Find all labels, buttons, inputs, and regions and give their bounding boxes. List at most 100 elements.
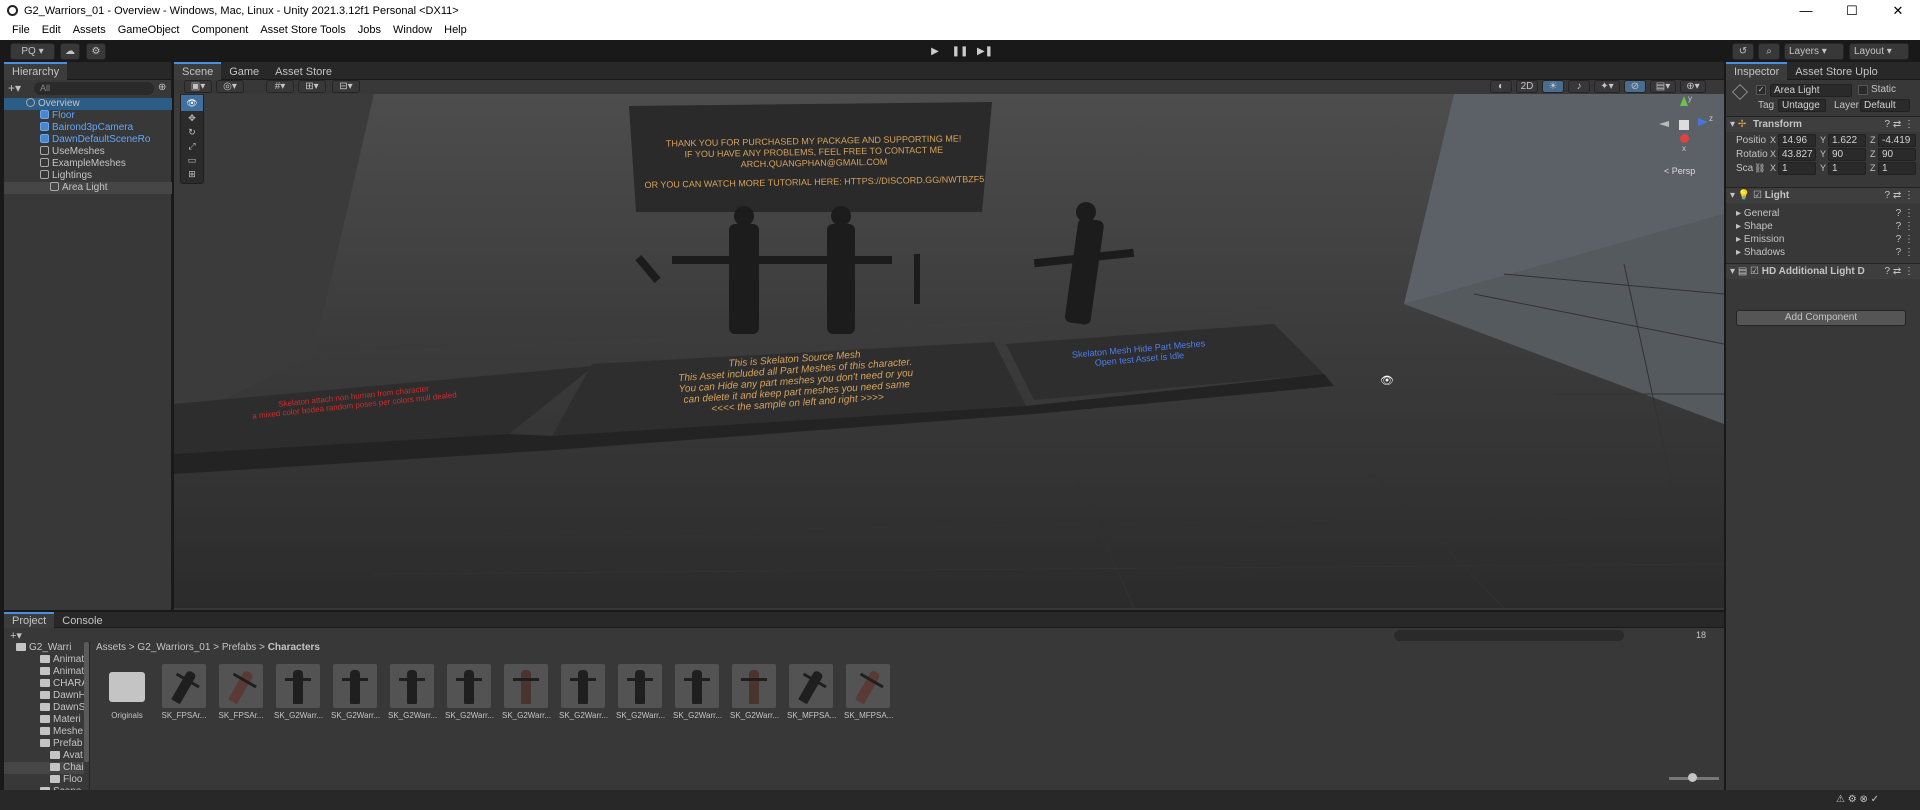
shading-icon[interactable]: ◐: [1490, 80, 1512, 93]
static-checkbox[interactable]: [1858, 85, 1868, 95]
light-section-shadows[interactable]: ▸ Shadows? ⋮: [1726, 247, 1920, 259]
menu-file[interactable]: File: [6, 22, 36, 38]
lighting-toggle-icon[interactable]: ☀: [1542, 80, 1564, 93]
gizmo-x-cone[interactable]: [1680, 134, 1689, 143]
hierarchy-item-lightings[interactable]: Lightings: [4, 170, 172, 182]
minimize-button[interactable]: —: [1783, 0, 1829, 22]
step-button[interactable]: ▶❚: [974, 44, 996, 59]
asset-item[interactable]: SK_G2Warr...: [559, 664, 608, 720]
folder-item[interactable]: Prefab: [4, 738, 82, 750]
light-section-emission[interactable]: ▸ Emission? ⋮: [1726, 234, 1920, 246]
align-dropdown[interactable]: ⊟▾: [332, 80, 360, 93]
light-enabled-checkbox[interactable]: ☑: [1753, 190, 1762, 201]
hd-light-enabled-checkbox[interactable]: ☑: [1750, 266, 1759, 277]
scale-x-input[interactable]: 1: [1778, 162, 1816, 175]
asset-item[interactable]: SK_FPSAr...: [160, 664, 208, 720]
menu-window[interactable]: Window: [387, 22, 438, 38]
rect-tool-icon[interactable]: ▭: [181, 153, 203, 167]
folder-item-selected[interactable]: Chai: [4, 762, 84, 774]
hierarchy-item-usemeshes[interactable]: UseMeshes: [4, 146, 172, 158]
tab-scene[interactable]: Scene: [174, 62, 222, 80]
component-menu-icon[interactable]: ? ⇄ ⋮: [1885, 264, 1915, 280]
rotation-z-input[interactable]: 90: [1878, 148, 1916, 161]
link-icon[interactable]: ⛓: [1754, 163, 1765, 174]
rotate-tool-icon[interactable]: ↻: [181, 125, 203, 139]
object-name-input[interactable]: Area Light: [1770, 84, 1852, 97]
position-y-input[interactable]: 1.622: [1828, 134, 1866, 147]
hierarchy-item-camera[interactable]: Bairond3pCamera: [4, 122, 172, 134]
asset-item[interactable]: SK_FPSAr...: [217, 664, 265, 720]
tab-asset-store[interactable]: Asset Store: [267, 63, 340, 81]
scale-tool-icon[interactable]: ⤢: [181, 139, 203, 153]
component-menu-icon[interactable]: ? ⇄ ⋮: [1885, 188, 1915, 204]
breadcrumb-g2warriors[interactable]: G2_Warriors_01: [137, 642, 210, 653]
gizmo-neg-x-cone[interactable]: [1659, 121, 1669, 127]
position-z-input[interactable]: -4.419: [1878, 134, 1916, 147]
menu-component[interactable]: Component: [185, 22, 254, 38]
asset-item[interactable]: SK_G2Warr...: [388, 664, 437, 720]
rotation-y-input[interactable]: 90: [1828, 148, 1866, 161]
asset-item[interactable]: SK_G2Warr...: [616, 664, 665, 720]
gizmo-y-cone[interactable]: [1680, 96, 1688, 106]
maximize-button[interactable]: ☐: [1829, 0, 1875, 22]
visibility-toggle-icon[interactable]: ⊘: [1624, 80, 1646, 93]
transform-header[interactable]: ▾ ✢ Transform ? ⇄ ⋮: [1726, 116, 1920, 132]
toggle-2d-button[interactable]: 2D: [1516, 80, 1538, 93]
hierarchy-item-examplemeshes[interactable]: ExampleMeshes: [4, 158, 172, 170]
add-component-button[interactable]: Add Component: [1736, 310, 1906, 326]
asset-item[interactable]: SK_G2Warr...: [274, 664, 323, 720]
cloud-icon[interactable]: ☁: [60, 43, 80, 60]
section-menu-icon[interactable]: ? ⋮: [1896, 208, 1914, 220]
grid-snap-dropdown[interactable]: #▾: [266, 80, 294, 93]
hierarchy-item-area-light[interactable]: Area Light: [4, 182, 172, 194]
render-mode-dropdown[interactable]: ◎▾: [216, 80, 244, 93]
layers-dropdown[interactable]: Layers ▾: [1784, 43, 1844, 60]
search-filter-icon[interactable]: ⊕: [158, 82, 166, 93]
zoom-slider-handle[interactable]: [1688, 773, 1697, 782]
camera-dropdown[interactable]: ▤▾: [1650, 80, 1676, 93]
hierarchy-item-overview[interactable]: Overview: [4, 98, 172, 110]
add-icon[interactable]: +▾: [8, 82, 21, 94]
asset-item[interactable]: SK_G2Warr...: [730, 664, 779, 720]
folder-item[interactable]: Floo: [4, 774, 82, 786]
account-dropdown[interactable]: PQ ▾: [10, 43, 55, 60]
orientation-gizmo[interactable]: y z x: [1654, 94, 1714, 154]
menu-edit[interactable]: Edit: [36, 22, 67, 38]
folder-item[interactable]: CHARA: [4, 678, 88, 690]
tab-hierarchy[interactable]: Hierarchy: [4, 62, 68, 80]
layout-dropdown[interactable]: Layout ▾: [1849, 43, 1909, 60]
position-x-input[interactable]: 14.96: [1778, 134, 1816, 147]
folder-root[interactable]: G2_Warri: [4, 642, 71, 654]
asset-item[interactable]: SK_G2Warr...: [445, 664, 494, 720]
light-gizmo-icon[interactable]: 👁: [1380, 374, 1394, 387]
gizmo-z-cone[interactable]: [1698, 118, 1708, 126]
folder-tree-scrollbar[interactable]: [84, 642, 89, 762]
tab-asset-store-uploader[interactable]: Asset Store Uplo: [1787, 63, 1886, 81]
hierarchy-item-floor[interactable]: Floor: [4, 110, 172, 122]
pause-button[interactable]: ❚❚: [949, 44, 971, 59]
menu-help[interactable]: Help: [438, 22, 473, 38]
hierarchy-item-dawn[interactable]: DawnDefaultSceneRo: [4, 134, 172, 146]
folder-item[interactable]: Animat: [4, 654, 84, 666]
collab-icon[interactable]: ⚙: [86, 43, 106, 60]
hd-light-header[interactable]: ▾ ▤ ☑ HD Additional Light D ? ⇄ ⋮: [1726, 263, 1920, 279]
asset-item[interactable]: SK_MFPSA...: [844, 664, 893, 720]
active-checkbox[interactable]: ✓: [1756, 85, 1766, 95]
asset-originals[interactable]: Originals: [103, 664, 151, 720]
tab-console[interactable]: Console: [54, 613, 110, 629]
search-icon[interactable]: ⌕: [1758, 43, 1780, 60]
menu-jobs[interactable]: Jobs: [352, 22, 387, 38]
gizmos-dropdown[interactable]: ⊕▾: [1680, 80, 1706, 93]
breadcrumb-characters[interactable]: Characters: [268, 642, 320, 653]
light-section-shape[interactable]: ▸ Shape? ⋮: [1726, 221, 1920, 233]
gizmo-center[interactable]: [1679, 120, 1689, 130]
breadcrumb-assets[interactable]: Assets: [96, 642, 126, 653]
project-search-input[interactable]: [1394, 630, 1624, 641]
component-menu-icon[interactable]: ? ⇄ ⋮: [1885, 117, 1915, 133]
transform-tool-icon[interactable]: ⊞: [181, 167, 203, 181]
scene-viewport[interactable]: THANK YOU FOR PURCHASED MY PACKAGE AND S…: [174, 94, 1724, 608]
history-icon[interactable]: ↺: [1732, 43, 1754, 60]
status-icons[interactable]: ⚠ ⚙ ⊗ ✓: [1836, 794, 1879, 805]
folder-item[interactable]: Animat: [4, 666, 84, 678]
folder-item[interactable]: Materi: [4, 714, 81, 726]
